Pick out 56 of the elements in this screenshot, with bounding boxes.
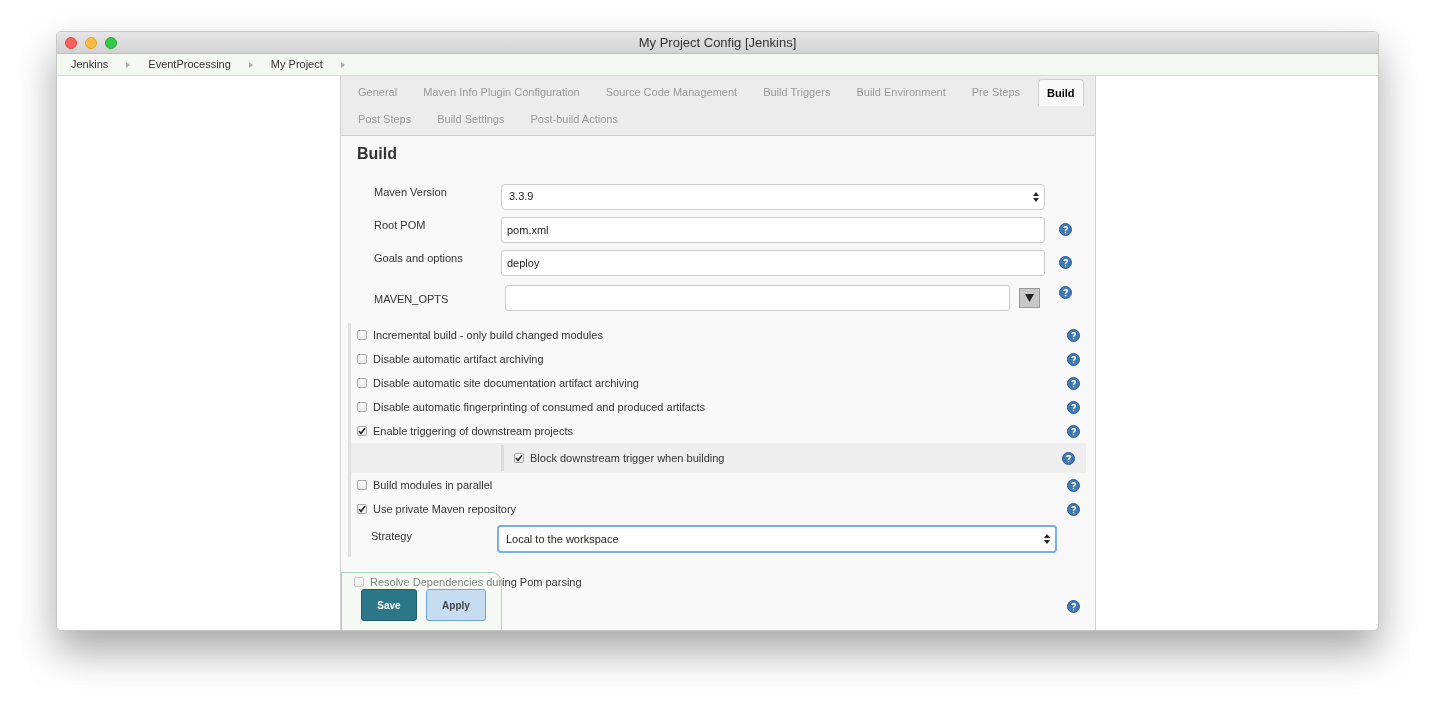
help-icon[interactable] — [1059, 223, 1072, 236]
down-triangle-icon — [1025, 294, 1035, 302]
checkbox-label: Disable automatic site documentation artifact archiving — [373, 375, 640, 391]
checkbox-label: Incremental build - only build changed modules — [373, 327, 604, 343]
text-field[interactable]: pom.xml — [501, 216, 1046, 243]
breadcrumb-link[interactable]: My Project — [270, 56, 323, 73]
help-icon[interactable] — [1059, 256, 1072, 269]
expand-button[interactable] — [1019, 288, 1041, 308]
help-icon[interactable] — [1067, 328, 1080, 342]
field-label: MAVEN_OPTS — [374, 292, 450, 307]
checkbox[interactable] — [357, 426, 367, 436]
help-icon[interactable] — [1067, 599, 1080, 613]
checkbox[interactable] — [514, 453, 524, 463]
caret-icon — [248, 61, 253, 68]
checkbox-label: Build modules in parallel — [373, 477, 494, 493]
updown-arrows-icon — [1033, 191, 1040, 202]
checkbox[interactable] — [357, 378, 367, 388]
checkbox[interactable] — [357, 354, 367, 364]
help-icon[interactable] — [1067, 400, 1080, 414]
help-icon[interactable] — [1067, 502, 1080, 516]
updown-arrows-icon — [1044, 534, 1050, 544]
checkbox[interactable] — [357, 402, 367, 412]
section-heading: Build — [357, 143, 397, 164]
checkbox-label: Enable triggering of downstream projects — [373, 423, 574, 439]
help-icon[interactable] — [1067, 376, 1080, 390]
checkbox[interactable] — [357, 330, 367, 340]
field-label: Goals and options — [374, 251, 464, 267]
close-button[interactable] — [65, 36, 77, 49]
help-icon[interactable] — [1059, 286, 1072, 299]
help-icon[interactable] — [1067, 424, 1080, 438]
checkbox-label: Use private Maven repository — [373, 501, 518, 517]
checkbox-label: Disable automatic artifact archiving — [373, 351, 545, 367]
tab[interactable]: Build — [1038, 79, 1084, 106]
breadcrumb-link[interactable]: EventProcessing — [148, 56, 231, 73]
help-icon[interactable] — [1062, 451, 1075, 465]
text-field[interactable]: deploy — [501, 249, 1046, 276]
checkbox[interactable] — [357, 504, 367, 514]
checkbox-label: Resolve Dependencies during Pom parsing — [370, 574, 583, 590]
field-label: Root POM — [374, 218, 427, 234]
checkbox[interactable] — [354, 577, 364, 587]
help-icon[interactable] — [1067, 478, 1080, 492]
help-icon[interactable] — [1067, 352, 1080, 366]
checkbox-label: Disable automatic fingerprinting of consumed and produced artifacts — [373, 399, 707, 415]
window-title: My Project Config [Jenkins] — [638, 33, 797, 52]
field-label: Strategy — [371, 528, 413, 544]
apply-button[interactable]: Apply — [426, 589, 486, 621]
dropdown[interactable]: Local to the workspace — [497, 525, 1057, 553]
caret-icon — [340, 61, 345, 68]
checkbox[interactable] — [357, 480, 367, 490]
breadcrumb-link[interactable]: Jenkins — [71, 56, 109, 73]
field-label: Maven Version — [374, 185, 448, 201]
save-button[interactable]: Save — [361, 589, 417, 621]
text-field[interactable] — [504, 285, 1010, 311]
dropdown[interactable]: 3.3.9 — [501, 183, 1046, 210]
caret-icon — [126, 61, 131, 68]
checkbox-label: Block downstream trigger when building — [530, 450, 726, 466]
